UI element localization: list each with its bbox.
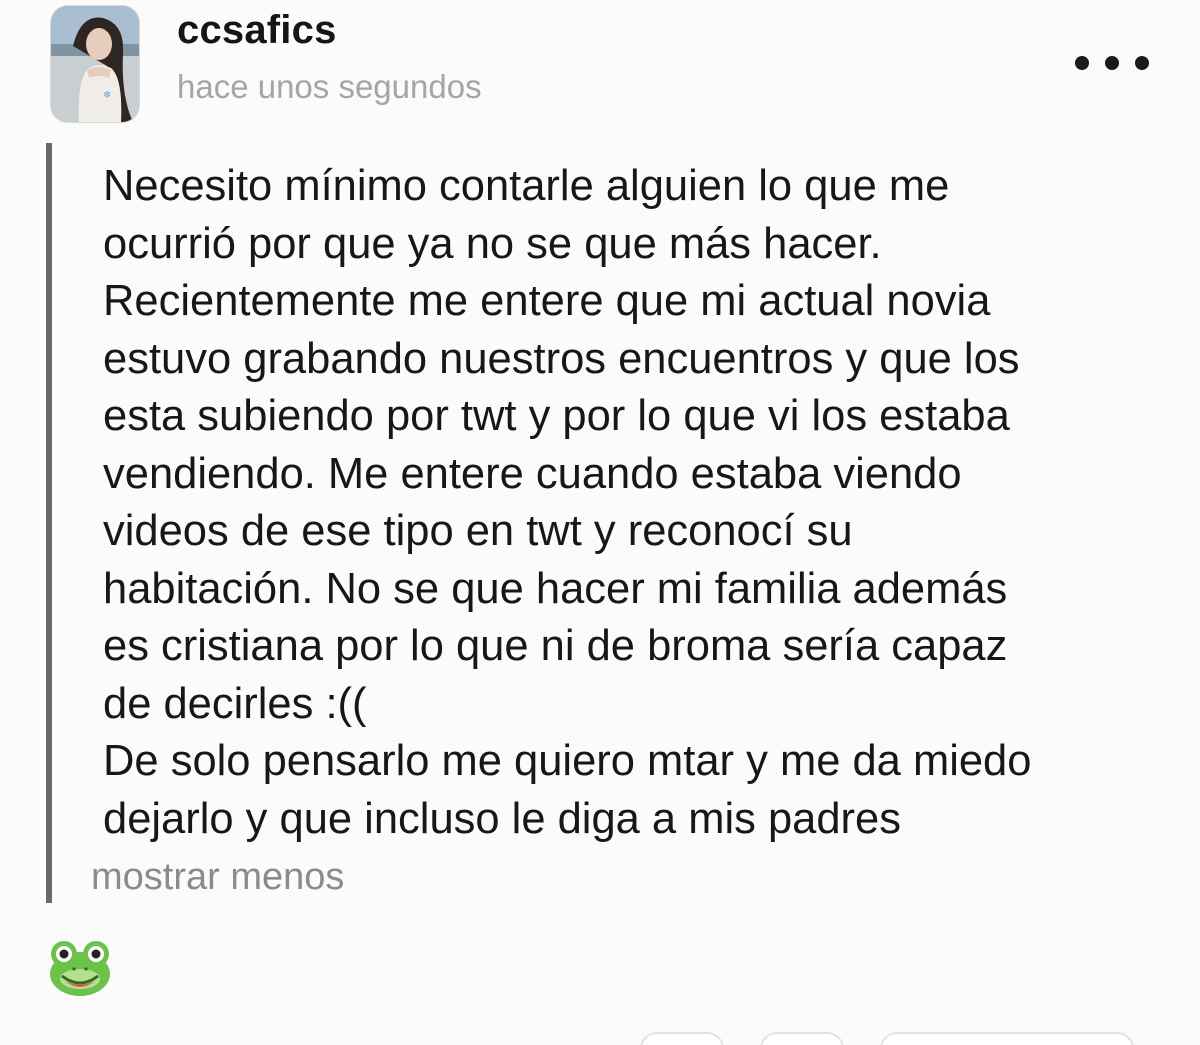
post-body-line: ocurrió por que ya no se que más hacer. [103,219,882,268]
quote-bar [46,143,52,903]
avatar-photo: ❄ [51,6,139,122]
ellipsis-icon [1105,56,1119,70]
post-body-line: dejarlo y que incluso le diga a mis padr… [103,794,901,843]
username[interactable]: ccsafics [177,8,337,53]
post-body-line: es cristiana por lo que ni de broma serí… [103,622,1008,670]
svg-text:❄: ❄ [103,90,111,101]
post-body: Necesito mínimo contarle alguien lo que … [103,158,1183,848]
show-less-link[interactable]: mostrar menos [91,856,344,899]
post-body-line: esta subiendo por twt y por lo que vi lo… [103,392,1010,440]
reaction-pill[interactable] [640,1032,724,1045]
reaction-pill[interactable] [760,1032,844,1045]
more-options-button[interactable] [1075,48,1149,78]
frog-icon [50,941,110,996]
post-body-line: Recientemente me entere que mi actual no… [103,277,991,325]
ellipsis-icon [1135,56,1149,70]
timestamp: hace unos segundos [177,68,482,105]
post-body-line: Necesito mínimo contarle alguien lo que … [103,162,950,210]
post-body-line: de decirles :(( [103,679,367,728]
post-body-line: De solo pensarlo me quiero mtar y me da … [103,737,1032,785]
avatar[interactable]: ❄ [50,5,140,123]
ellipsis-icon [1075,56,1089,70]
post-card: ❄ ccsafics hace unos segundos Necesito m… [0,0,1200,1045]
frog-reaction-button[interactable] [48,938,112,998]
post-body-line: videos de ese tipo en twt y reconocí su [103,507,853,555]
reaction-pill[interactable] [880,1032,1134,1045]
post-body-line: vendiendo. Me entere cuando estaba viend… [103,449,962,498]
post-body-line: habitación. No se que hacer mi familia a… [103,564,1008,613]
post-body-line: estuvo grabando nuestros encuentros y qu… [103,334,1020,383]
